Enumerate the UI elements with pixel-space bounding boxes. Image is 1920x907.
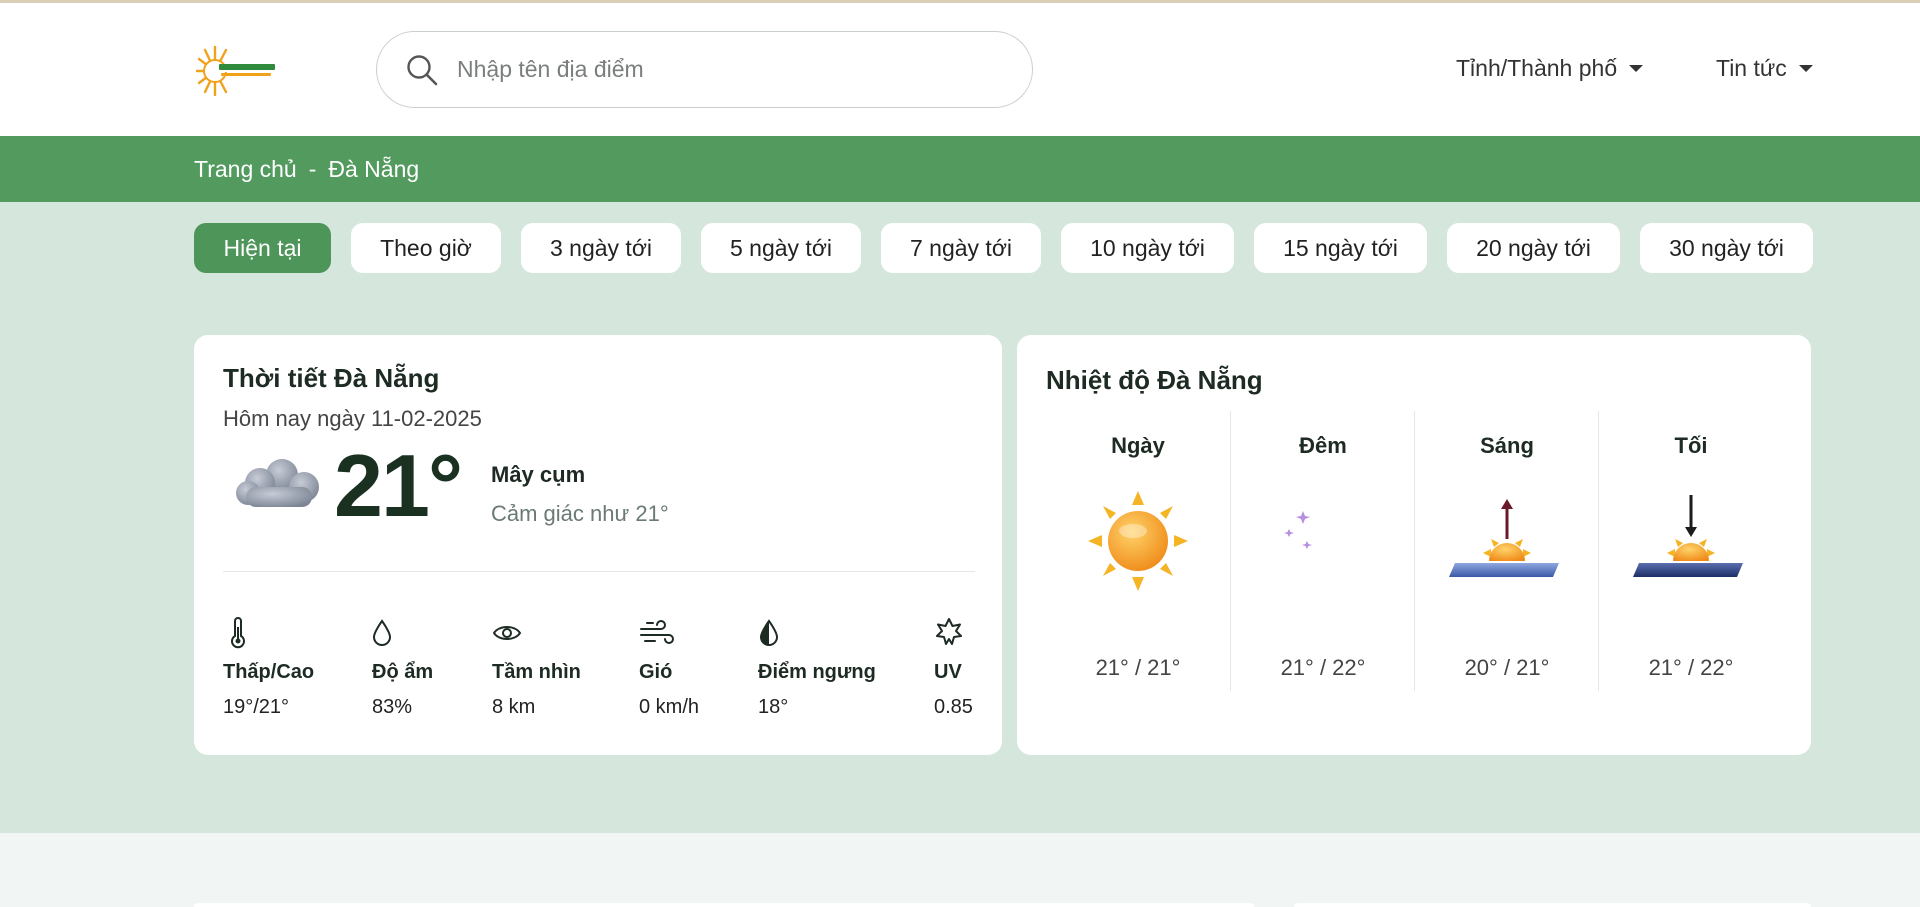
sunset-icon	[1633, 495, 1743, 577]
nav-news-dropdown[interactable]: Tin tức	[1716, 55, 1813, 82]
tab-10-days[interactable]: 10 ngày tới	[1061, 223, 1234, 273]
breadcrumb-separator: -	[308, 156, 317, 182]
metric-visibility: Tầm nhìn 8 km	[492, 617, 581, 719]
period-name: Sáng	[1480, 433, 1534, 458]
metric-low-high: Thấp/Cao 19°/21°	[223, 617, 314, 719]
metric-label: UV	[934, 661, 962, 683]
nav-news-label: Tin tức	[1716, 55, 1787, 81]
search-icon	[407, 54, 438, 85]
metric-label: Độ ẩm	[372, 661, 434, 683]
temperature-card: Nhiệt độ Đà Nẵng Ngày 21° / 21° Đêm 21° …	[1017, 335, 1811, 755]
breadcrumb-home-link[interactable]: Trang chủ	[194, 156, 297, 183]
weather-main: Hiện tại Theo giờ 3 ngày tới 5 ngày tới …	[0, 202, 1920, 833]
period-evening: Tối 21° / 22°	[1598, 411, 1782, 691]
current-weather-card: Thời tiết Đà Nẵng Hôm nay ngày 11-02-202…	[194, 335, 1002, 755]
current-temperature: 21°	[334, 436, 463, 535]
dewpoint-icon	[759, 619, 779, 646]
feels-like: Cảm giác như 21°	[491, 501, 669, 526]
metric-value: 8 km	[492, 696, 536, 718]
tab-30-days[interactable]: 30 ngày tới	[1640, 223, 1813, 273]
metric-value: 19°/21°	[223, 696, 290, 718]
period-name: Tối	[1674, 433, 1708, 458]
moon-icon	[1283, 497, 1361, 582]
current-weather-title: Thời tiết Đà Nẵng	[223, 363, 440, 393]
metric-value: 83%	[372, 696, 413, 718]
sun-icon	[1088, 491, 1188, 591]
cloud-icon	[236, 459, 319, 507]
search-box[interactable]	[376, 31, 1033, 108]
period-night: Đêm 21° / 22°	[1230, 411, 1414, 691]
breadcrumb-current-link[interactable]: Đà Nẵng	[328, 156, 419, 183]
period-temp: 20° / 21°	[1464, 655, 1550, 680]
temperature-periods: Ngày 21° / 21° Đêm 21° / 22° Sáng 20° / …	[1046, 411, 1782, 691]
next-section-card	[1294, 903, 1811, 907]
metric-value: 0.85	[934, 696, 973, 718]
site-logo[interactable]	[193, 45, 293, 97]
chevron-down-icon	[1629, 65, 1644, 72]
droplet-icon	[372, 619, 392, 646]
search-input[interactable]	[457, 56, 1017, 83]
site-header: Tỉnh/Thành phố Tin tức	[0, 3, 1920, 136]
chevron-down-icon	[1798, 65, 1813, 72]
tab-15-days[interactable]: 15 ngày tới	[1254, 223, 1427, 273]
breadcrumb: Trang chủ - Đà Nẵng	[194, 156, 419, 183]
period-temp: 21° / 22°	[1280, 655, 1366, 680]
metric-wind: Gió 0 km/h	[639, 617, 699, 719]
next-section-card	[194, 903, 1254, 907]
metric-label: Tầm nhìn	[492, 661, 581, 683]
sunrise-icon	[1449, 499, 1559, 577]
wind-icon	[640, 620, 674, 644]
tab-5-days[interactable]: 5 ngày tới	[701, 223, 861, 273]
tab-20-days[interactable]: 20 ngày tới	[1447, 223, 1620, 273]
period-name: Đêm	[1299, 433, 1347, 458]
uv-sun-icon	[936, 618, 962, 645]
metric-label: Thấp/Cao	[223, 661, 315, 683]
tab-7-days[interactable]: 7 ngày tới	[881, 223, 1041, 273]
temperature-title: Nhiệt độ Đà Nẵng	[1046, 365, 1263, 395]
metric-value: 18°	[758, 696, 789, 718]
period-day: Ngày 21° / 21°	[1046, 411, 1230, 691]
metric-humidity: Độ ẩm 83%	[372, 617, 433, 719]
divider	[223, 571, 975, 572]
nav-province-label: Tỉnh/Thành phố	[1456, 55, 1618, 81]
metric-label: Điểm ngưng	[758, 661, 876, 683]
thermometer-icon	[231, 617, 245, 649]
metric-label: Gió	[639, 661, 673, 683]
tab-hourly[interactable]: Theo giờ	[351, 223, 501, 273]
tab-3-days[interactable]: 3 ngày tới	[521, 223, 681, 273]
sun-logo-icon	[195, 45, 289, 97]
period-morning: Sáng 20° / 21°	[1414, 411, 1598, 691]
current-date: Hôm nay ngày 11-02-2025	[223, 406, 482, 431]
forecast-tabs: Hiện tại Theo giờ 3 ngày tới 5 ngày tới …	[194, 223, 1813, 273]
weather-condition: Mây cụm	[491, 462, 586, 487]
period-temp: 21° / 22°	[1648, 655, 1734, 680]
period-name: Ngày	[1111, 433, 1165, 458]
metric-value: 0 km/h	[639, 696, 700, 718]
metric-uv: UV 0.85	[934, 617, 973, 719]
period-temp: 21° / 21°	[1095, 655, 1181, 680]
nav-province-dropdown[interactable]: Tỉnh/Thành phố	[1456, 55, 1644, 82]
tab-current[interactable]: Hiện tại	[194, 223, 331, 273]
metric-dew-point: Điểm ngưng 18°	[758, 617, 876, 719]
breadcrumb-bar: Trang chủ - Đà Nẵng	[0, 136, 1920, 202]
eye-icon	[492, 626, 522, 640]
